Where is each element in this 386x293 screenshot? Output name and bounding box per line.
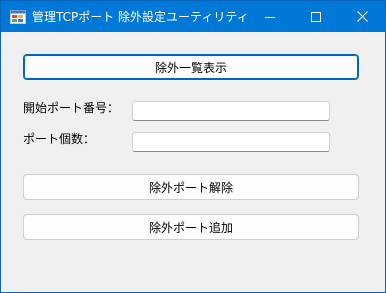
show-exclusion-list-button[interactable]: 除外一覧表示 <box>23 54 359 80</box>
app-window: 管理TCPポート 除外設定ユーティリティ 除外一覧表示 開始ポート番号： ポート… <box>0 0 386 293</box>
remove-excluded-port-button[interactable]: 除外ポート解除 <box>23 174 359 200</box>
form-client-area: 除外一覧表示 開始ポート番号： ポート個数： 除外ポート解除 除外ポート追加 <box>1 32 385 292</box>
minimize-icon <box>265 7 275 26</box>
app-window-icon <box>10 9 26 25</box>
minimize-button[interactable] <box>247 1 293 32</box>
close-icon <box>356 7 368 26</box>
add-excluded-port-button[interactable]: 除外ポート追加 <box>23 214 359 240</box>
window-title: 管理TCPポート 除外設定ユーティリティ <box>32 10 249 24</box>
close-button[interactable] <box>339 1 385 32</box>
port-count-label: ポート個数： <box>23 132 96 146</box>
start-port-label: 開始ポート番号： <box>23 101 120 115</box>
start-port-input[interactable] <box>132 101 330 121</box>
maximize-icon <box>311 7 321 26</box>
title-bar[interactable]: 管理TCPポート 除外設定ユーティリティ <box>1 1 385 32</box>
port-count-input[interactable] <box>132 132 330 152</box>
maximize-button[interactable] <box>293 1 339 32</box>
